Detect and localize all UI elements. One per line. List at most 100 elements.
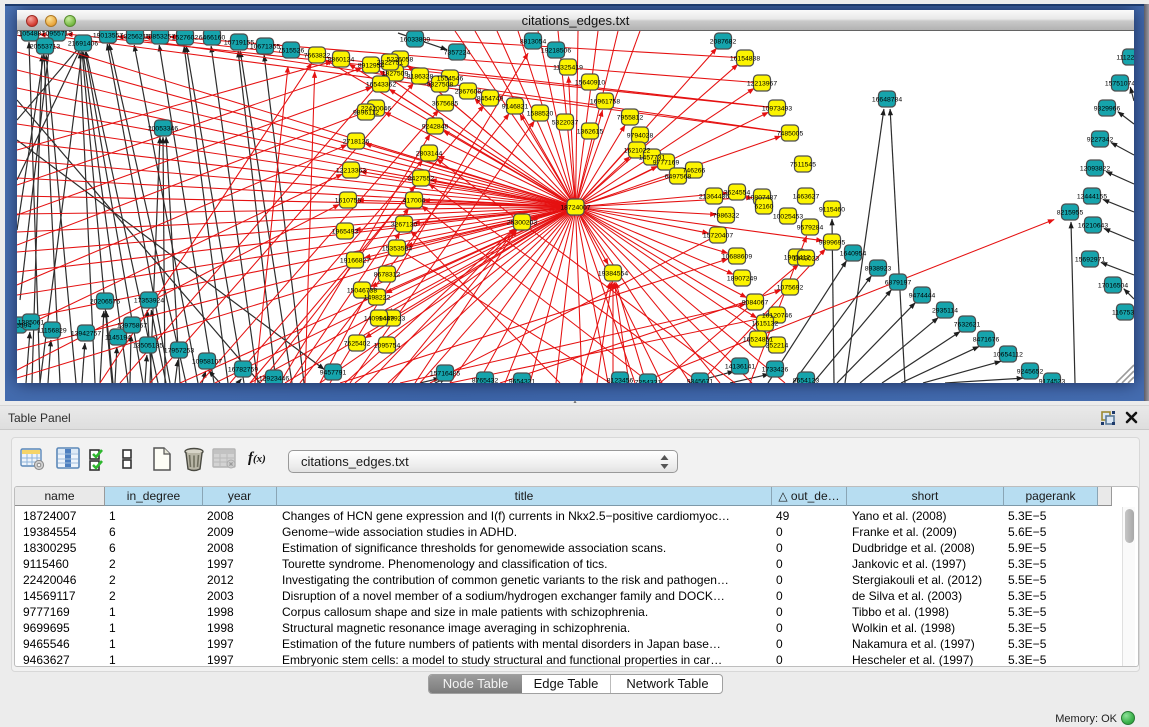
svg-text:9474444: 9474444 [909, 293, 936, 300]
svg-text:20053346: 20053346 [148, 126, 178, 133]
svg-text:1640954: 1640954 [840, 251, 867, 258]
svg-text:6497568: 6497568 [665, 174, 692, 181]
svg-text:9457791: 9457791 [320, 370, 347, 377]
svg-text:9794028: 9794028 [627, 133, 654, 140]
svg-text:25300203: 25300203 [507, 220, 537, 227]
svg-text:12213363: 12213363 [336, 168, 366, 175]
svg-text:1095754: 1095754 [374, 343, 401, 350]
svg-text:9146821: 9146821 [502, 104, 529, 111]
svg-text:252214: 252214 [766, 343, 789, 350]
svg-text:15353594: 15353594 [382, 246, 412, 253]
svg-text:1615132: 1615132 [752, 321, 779, 328]
svg-text:8765432: 8765432 [472, 378, 499, 383]
svg-text:9899695: 9899695 [819, 240, 846, 247]
svg-text:1167533: 1167533 [1112, 310, 1134, 317]
svg-text:417004: 417004 [403, 198, 426, 205]
svg-text:7955812: 7955812 [617, 115, 644, 122]
svg-text:19384554: 19384554 [598, 271, 628, 278]
svg-text:7632621: 7632621 [954, 322, 981, 329]
svg-text:3675685: 3675685 [432, 101, 459, 108]
svg-text:13942757: 13942757 [71, 331, 101, 338]
svg-text:12923446: 12923446 [259, 376, 289, 383]
svg-text:10025453: 10025453 [773, 214, 803, 221]
svg-text:5322037: 5322037 [552, 120, 579, 127]
svg-text:19218506: 19218506 [541, 48, 571, 55]
svg-text:20553713: 20553713 [30, 44, 60, 51]
svg-text:1145194: 1145194 [105, 335, 131, 342]
svg-text:18724007: 18724007 [560, 205, 590, 212]
svg-text:10688609: 10688609 [722, 254, 752, 261]
svg-text:16210643: 16210643 [1078, 223, 1108, 230]
svg-text:7515526: 7515526 [278, 48, 305, 55]
svg-text:7254321: 7254321 [635, 380, 662, 383]
svg-text:1075692: 1075692 [777, 285, 804, 292]
svg-text:1965493: 1965493 [332, 229, 359, 236]
svg-text:16782759: 16782759 [228, 367, 258, 374]
svg-text:1733426: 1733426 [762, 367, 789, 374]
svg-text:12213967: 12213967 [747, 81, 777, 88]
svg-text:9777169: 9777169 [653, 160, 680, 167]
svg-text:6466160: 6466160 [199, 35, 226, 42]
svg-text:7357224: 7357224 [444, 50, 471, 57]
svg-text:9329966: 9329966 [1094, 106, 1121, 113]
svg-text:9242848: 9242848 [422, 124, 449, 131]
svg-text:8471676: 8471676 [973, 337, 1000, 344]
svg-text:11325419: 11325419 [553, 65, 583, 72]
svg-text:8860124: 8860124 [328, 57, 355, 64]
svg-text:9115460: 9115460 [819, 207, 845, 214]
svg-text:14099489: 14099489 [364, 316, 394, 323]
svg-text:10671355: 10671355 [250, 44, 280, 51]
svg-text:16961758: 16961758 [590, 99, 620, 106]
svg-text:9345671: 9345671 [687, 379, 714, 383]
svg-text:10654112: 10654112 [993, 352, 1023, 359]
svg-text:11122745: 11122745 [1116, 55, 1134, 62]
svg-text:1463627: 1463627 [793, 194, 820, 201]
svg-text:16120746: 16120746 [762, 313, 792, 320]
svg-text:17353924: 17353924 [134, 298, 164, 305]
svg-text:10973493: 10973493 [762, 106, 792, 113]
svg-text:2803144: 2803144 [416, 151, 443, 158]
svg-text:16648784: 16648784 [872, 97, 902, 104]
svg-text:15640910: 15640910 [575, 80, 605, 87]
svg-text:8454749: 8454749 [477, 96, 504, 103]
svg-text:7485005: 7485005 [777, 131, 804, 138]
svg-text:10807487: 10807487 [747, 195, 777, 202]
svg-text:7511545: 7511545 [790, 162, 816, 169]
svg-text:20955713: 20955713 [42, 31, 72, 38]
svg-text:15716485: 15716485 [430, 371, 460, 378]
svg-text:21364436: 21364436 [699, 194, 729, 201]
svg-text:9327508: 9327508 [427, 82, 454, 89]
svg-text:1385061: 1385061 [18, 320, 45, 327]
svg-text:8186328: 8186328 [407, 74, 434, 81]
svg-text:13505135: 13505135 [133, 343, 163, 350]
svg-text:1621022: 1621022 [624, 148, 651, 155]
svg-text:1588520: 1588520 [527, 111, 554, 118]
svg-text:2935114: 2935114 [932, 308, 958, 315]
svg-text:1498222: 1498222 [364, 295, 391, 302]
svg-text:8427552: 8427552 [408, 176, 435, 183]
svg-text:8215955: 8215955 [1057, 210, 1084, 217]
svg-text:18907249: 18907249 [727, 276, 757, 283]
svg-text:9084067: 9084067 [742, 300, 769, 307]
svg-text:2087682: 2087682 [710, 39, 737, 46]
svg-text:15720407: 15720407 [703, 233, 733, 240]
svg-text:15046738: 15046738 [347, 288, 377, 295]
svg-text:1610755: 1610755 [335, 198, 362, 205]
svg-text:12093822: 12093822 [1080, 166, 1110, 173]
svg-text:7625402: 7625402 [344, 341, 371, 348]
svg-text:10958107: 10958107 [192, 359, 222, 366]
svg-text:16154838: 16154838 [730, 56, 760, 63]
svg-text:8938923: 8938923 [865, 266, 892, 273]
svg-text:9896112: 9896112 [353, 110, 379, 117]
svg-text:10853257: 10853257 [145, 34, 175, 41]
svg-text:1362615: 1362615 [577, 129, 604, 136]
svg-text:12444155: 12444155 [1077, 194, 1107, 201]
svg-text:62160: 62160 [755, 204, 774, 211]
svg-text:7663822: 7663822 [304, 53, 331, 60]
svg-text:9245652: 9245652 [1017, 369, 1044, 376]
svg-text:9174523: 9174523 [1039, 379, 1066, 383]
svg-text:15692971: 15692971 [1075, 257, 1105, 264]
svg-text:8813054: 8813054 [520, 39, 547, 46]
svg-text:1449023: 1449023 [793, 256, 820, 263]
svg-text:14136141: 14136141 [725, 364, 755, 371]
